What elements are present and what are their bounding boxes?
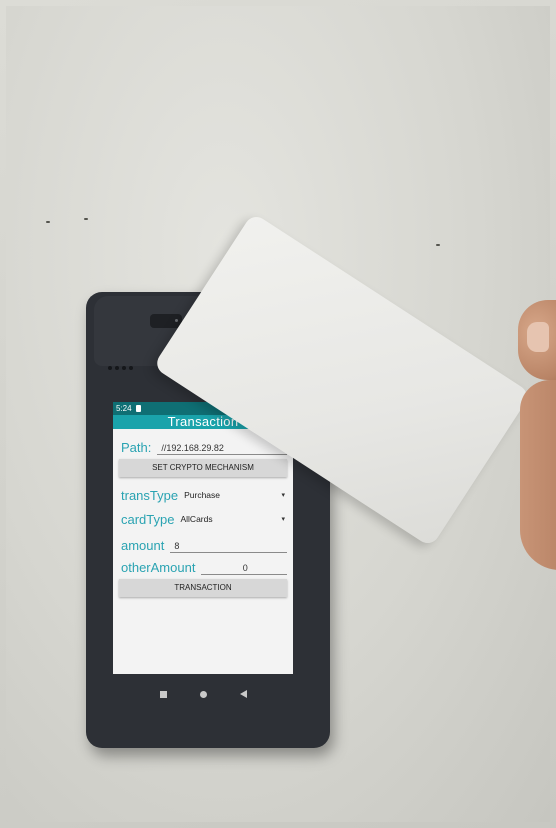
other-amount-label: otherAmount bbox=[121, 560, 196, 575]
status-time: 5:24 bbox=[116, 404, 132, 413]
camera-sensor bbox=[150, 314, 182, 328]
surface-speck bbox=[436, 244, 440, 246]
card-type-label: cardType bbox=[121, 511, 175, 527]
trans-type-row[interactable]: transType Purchase ▾ bbox=[121, 483, 287, 507]
other-amount-input[interactable]: 0 bbox=[201, 563, 287, 575]
nav-recents-icon[interactable] bbox=[159, 690, 167, 698]
nav-back-icon[interactable] bbox=[239, 690, 247, 698]
path-input[interactable]: //192.168.29.82 bbox=[157, 443, 287, 455]
other-amount-row: otherAmount 0 bbox=[121, 553, 287, 575]
card-type-row[interactable]: cardType AllCards ▾ bbox=[121, 507, 287, 531]
surface-speck bbox=[84, 218, 88, 220]
transaction-button[interactable]: TRANSACTION bbox=[119, 579, 287, 597]
amount-input[interactable]: 8 bbox=[170, 541, 287, 553]
amount-row: amount 8 bbox=[121, 531, 287, 553]
hand bbox=[520, 380, 556, 570]
amount-label: amount bbox=[121, 538, 165, 553]
trans-type-label: transType bbox=[121, 487, 179, 503]
speaker-grille bbox=[108, 366, 133, 370]
trans-type-select[interactable]: Purchase bbox=[184, 490, 281, 500]
path-label: Path: bbox=[121, 440, 152, 455]
transaction-form-fields: transType Purchase ▾ cardType AllCards ▾… bbox=[113, 479, 293, 575]
nav-home-icon[interactable] bbox=[199, 690, 207, 698]
card-type-select[interactable]: AllCards bbox=[180, 514, 281, 524]
device-screen: 5:24 Transaction Path: //192.168.29.82 S… bbox=[113, 402, 293, 674]
surface-speck bbox=[46, 221, 50, 223]
dropdown-caret-icon[interactable]: ▾ bbox=[281, 491, 285, 499]
dropdown-caret-icon[interactable]: ▾ bbox=[281, 515, 285, 523]
thumbnail bbox=[527, 322, 549, 352]
set-crypto-mechanism-button[interactable]: SET CRYPTO MECHANISM bbox=[119, 459, 287, 477]
android-nav-bar bbox=[113, 676, 293, 712]
sim-card-icon bbox=[135, 405, 141, 412]
